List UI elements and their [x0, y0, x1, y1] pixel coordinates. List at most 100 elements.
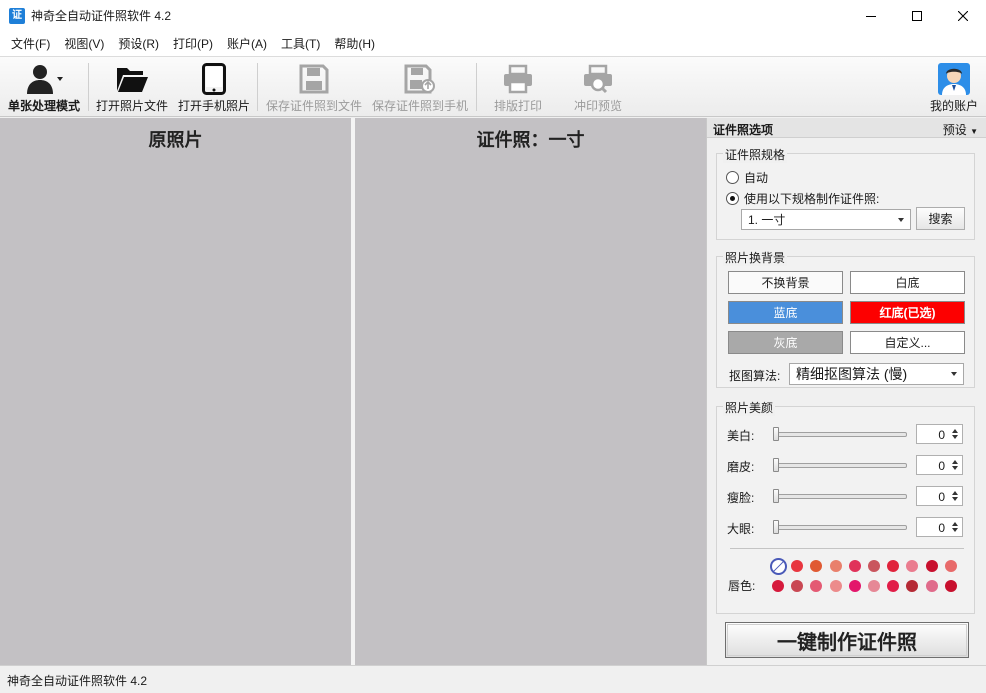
lip-color-swatch[interactable] — [810, 560, 823, 572]
print-preview-icon — [582, 62, 614, 96]
whitening-slider-thumb[interactable] — [773, 427, 779, 441]
menu-file[interactable]: 文件(F) — [4, 31, 57, 57]
lip-color-label: 唇色: — [728, 579, 756, 593]
lip-color-swatch[interactable] — [887, 580, 900, 592]
blue-bg-button[interactable]: 蓝底 — [728, 301, 843, 324]
spin-up-icon[interactable] — [952, 460, 958, 464]
layout-print-button[interactable]: 排版打印 — [482, 57, 554, 117]
menu-tools[interactable]: 工具(T) — [274, 31, 327, 57]
menu-help[interactable]: 帮助(H) — [327, 31, 382, 57]
open-phone-button[interactable]: 打开手机照片 — [176, 57, 252, 117]
big-eyes-slider-track[interactable] — [774, 525, 907, 530]
slim-face-label: 瘦脸: — [727, 491, 755, 505]
big-eyes-slider-thumb[interactable] — [773, 520, 779, 534]
smoothing-slider-thumb[interactable] — [773, 458, 779, 472]
no-change-bg-button[interactable]: 不换背景 — [728, 271, 843, 294]
spin-up-icon[interactable] — [952, 429, 958, 433]
open-phone-label: 打开手机照片 — [177, 99, 250, 113]
lip-color-swatch[interactable] — [944, 560, 957, 572]
auto-radio[interactable] — [726, 171, 739, 184]
lip-color-swatch[interactable] — [868, 580, 880, 592]
title-bar: 证 神奇全自动证件照软件 4.2 — [0, 0, 986, 31]
toolbar: 单张处理模式 打开照片文件 打开手机照片 保存证件照到文件 保存证件照到手机 排… — [0, 57, 986, 117]
menu-print[interactable]: 打印(P) — [166, 31, 220, 57]
printer-icon — [502, 62, 534, 96]
lip-color-swatch[interactable] — [925, 580, 938, 592]
print-preview-button[interactable]: 冲印预览 — [562, 57, 634, 117]
algorithm-select-value: 精细抠图算法 (慢) — [796, 366, 908, 382]
lip-color-swatch[interactable] — [925, 560, 938, 572]
smoothing-spinbox[interactable]: 0 — [916, 455, 963, 475]
lip-color-swatch[interactable] — [944, 580, 957, 592]
save-to-file-button[interactable]: 保存证件照到文件 — [263, 57, 365, 117]
id-photo-pane[interactable]: 证件照：一寸 — [355, 118, 706, 665]
my-account-button[interactable]: 我的账户 — [924, 57, 984, 117]
lip-color-none-icon[interactable] — [770, 558, 787, 575]
red-bg-button[interactable]: 红底(已选) — [850, 301, 965, 324]
spin-down-icon[interactable] — [952, 466, 958, 470]
slim-face-spinbox[interactable]: 0 — [916, 486, 963, 506]
spin-down-icon[interactable] — [952, 528, 958, 532]
spin-down-icon[interactable] — [952, 435, 958, 439]
maximize-button[interactable] — [894, 0, 940, 31]
minimize-icon — [866, 15, 876, 17]
custom-bg-button[interactable]: 自定义... — [850, 331, 965, 354]
smoothing-slider-track[interactable] — [774, 463, 907, 468]
save-to-phone-button[interactable]: 保存证件照到手机 — [369, 57, 471, 117]
minimize-button[interactable] — [848, 0, 894, 31]
menu-account[interactable]: 账户(A) — [220, 31, 274, 57]
make-id-photo-button[interactable]: 一键制作证件照 — [725, 622, 969, 658]
single-mode-button[interactable]: 单张处理模式 — [6, 57, 82, 117]
big-eyes-value: 0 — [938, 521, 945, 535]
slim-face-slider-track[interactable] — [774, 494, 907, 499]
app-icon: 证 — [9, 7, 25, 24]
lip-color-swatch[interactable] — [868, 560, 880, 572]
white-bg-button[interactable]: 白底 — [850, 271, 965, 294]
lip-color-swatch[interactable] — [829, 580, 842, 592]
lip-color-swatch[interactable] — [887, 560, 900, 572]
lip-color-swatch[interactable] — [829, 560, 842, 572]
lip-color-swatch[interactable] — [791, 560, 804, 572]
lip-color-swatch[interactable] — [772, 580, 784, 592]
toolbar-separator — [88, 63, 89, 111]
use-spec-radio-row[interactable]: 使用以下规格制作证件照: — [726, 190, 879, 207]
phone-icon — [202, 62, 226, 96]
auto-label: 自动 — [744, 171, 769, 185]
original-photo-pane[interactable]: 原照片 — [0, 118, 351, 665]
lip-color-swatch[interactable] — [810, 580, 823, 592]
close-button[interactable] — [940, 0, 986, 31]
menu-view[interactable]: 视图(V) — [57, 31, 111, 57]
auto-radio-row[interactable]: 自动 — [726, 169, 768, 186]
spin-up-icon[interactable] — [952, 522, 958, 526]
spec-select[interactable]: 1. 一寸 — [741, 209, 911, 230]
lip-color-swatch[interactable] — [848, 580, 861, 592]
open-photo-button[interactable]: 打开照片文件 — [94, 57, 170, 117]
whitening-spinbox[interactable]: 0 — [916, 424, 963, 444]
gray-bg-button[interactable]: 灰底 — [728, 331, 843, 354]
user-mode-icon — [24, 62, 64, 96]
lip-color-swatch[interactable] — [906, 580, 919, 592]
original-photo-title: 原照片 — [148, 130, 203, 151]
big-eyes-spinbox[interactable]: 0 — [916, 517, 963, 537]
id-photo-title: 证件照：一寸 — [476, 130, 585, 151]
my-account-label: 我的账户 — [929, 99, 978, 113]
dropdown-caret-icon — [898, 217, 904, 222]
preset-dropdown[interactable]: 预设 ▼ — [943, 121, 978, 138]
whitening-slider-track[interactable] — [774, 432, 907, 437]
slim-face-slider-thumb[interactable] — [773, 489, 779, 503]
algorithm-select[interactable]: 精细抠图算法 (慢) — [789, 363, 964, 385]
beauty-divider — [730, 548, 964, 549]
background-group-title: 照片换背景 — [723, 249, 788, 266]
lip-color-swatch[interactable] — [791, 580, 804, 592]
spin-down-icon[interactable] — [952, 497, 958, 501]
spin-up-icon[interactable] — [952, 491, 958, 495]
layout-print-label: 排版打印 — [493, 99, 542, 113]
save-to-phone-label: 保存证件照到手机 — [371, 99, 468, 113]
use-spec-radio[interactable] — [726, 192, 739, 205]
lip-color-swatch[interactable] — [848, 560, 861, 572]
search-button[interactable]: 搜索 — [916, 207, 965, 230]
big-eyes-label: 大眼: — [727, 522, 755, 536]
beauty-group-title: 照片美颜 — [723, 399, 776, 416]
menu-preset[interactable]: 预设(R) — [111, 31, 166, 57]
lip-color-swatch[interactable] — [906, 560, 919, 572]
